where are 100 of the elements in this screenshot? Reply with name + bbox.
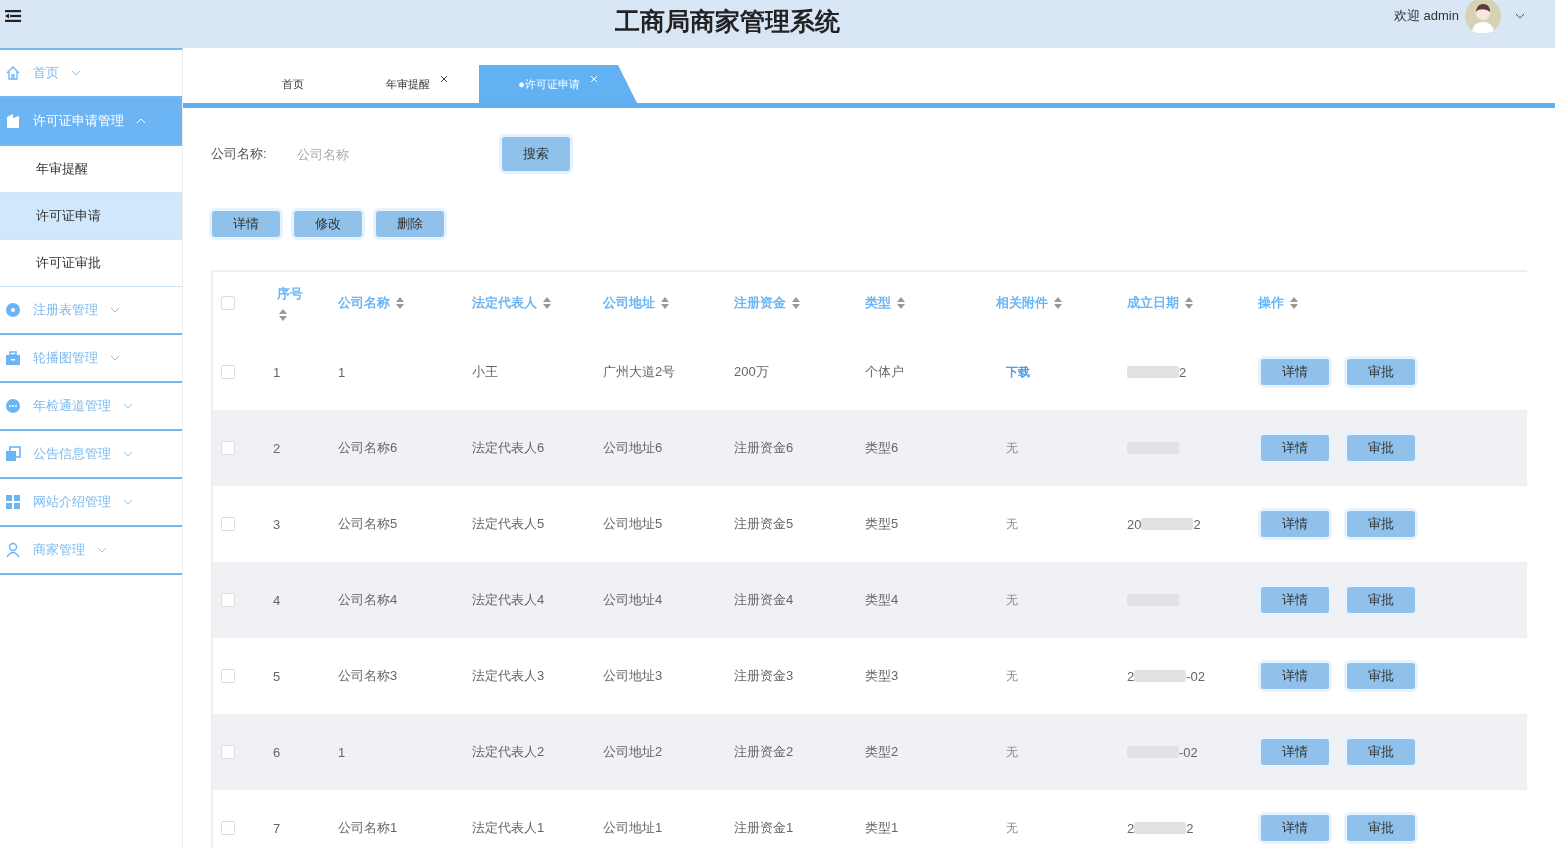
copy-icon: [5, 446, 21, 462]
table-cell: 类型6: [865, 439, 899, 457]
table-cell: 法定代表人5: [472, 515, 545, 533]
blurred-date: [1127, 366, 1179, 378]
tab[interactable]: 年审提醒: [355, 65, 479, 103]
row-action-button[interactable]: 审批: [1344, 432, 1418, 464]
row-action-button[interactable]: 审批: [1344, 584, 1418, 616]
table-cell: 公司地址5: [603, 515, 663, 533]
submenu-item[interactable]: 许可证审批: [0, 240, 182, 287]
chevron-down-icon: [97, 547, 107, 553]
table-cell: 注册资金1: [734, 819, 794, 837]
date-fragment: 2: [1127, 820, 1135, 836]
sort-icon[interactable]: [1185, 297, 1193, 309]
table-cell: 公司名称6: [338, 439, 398, 457]
sort-icon[interactable]: [897, 297, 905, 309]
person-icon: [5, 542, 21, 558]
chevron-down-icon: [123, 403, 133, 409]
table-cell: 注册资金3: [734, 667, 794, 685]
row-action-button[interactable]: 详情: [1258, 736, 1332, 768]
sort-icon[interactable]: [792, 297, 800, 309]
sort-icon[interactable]: [661, 297, 669, 309]
date-fragment: 2: [1179, 364, 1187, 380]
submenu-item[interactable]: 许可证申请: [0, 193, 182, 240]
table-cell: 类型5: [865, 515, 899, 533]
table-cell-text: 无: [1005, 591, 1018, 609]
document-icon: [5, 113, 21, 129]
table-cell: 法定代表人4: [472, 591, 545, 609]
table-cell: 广州大道2号: [603, 363, 676, 381]
checkbox[interactable]: [221, 669, 235, 683]
checkbox[interactable]: [221, 517, 235, 531]
chevron-down-icon: [110, 307, 120, 313]
briefcase-icon: [5, 350, 21, 366]
search-label: 公司名称:: [211, 145, 268, 163]
sort-icon[interactable]: [543, 297, 551, 309]
row-action-button[interactable]: 审批: [1344, 660, 1418, 692]
checkbox[interactable]: [221, 296, 235, 310]
date-fragment: 2: [1186, 820, 1194, 836]
checkbox[interactable]: [221, 745, 235, 759]
table-cell: 2: [273, 440, 281, 456]
chevron-down-icon[interactable]: [1515, 13, 1525, 19]
table-cell-text: 无: [1005, 667, 1018, 685]
checkbox[interactable]: [221, 593, 235, 607]
row-action-button[interactable]: 审批: [1344, 508, 1418, 540]
row-action-button[interactable]: 详情: [1258, 508, 1332, 540]
blurred-date: [1134, 670, 1187, 682]
table-cell: 公司名称1: [338, 819, 398, 837]
search-button[interactable]: 搜索: [499, 134, 573, 174]
sort-icon[interactable]: [1054, 297, 1062, 309]
sort-icon[interactable]: [279, 309, 287, 321]
row-action-button[interactable]: 审批: [1344, 736, 1418, 768]
table-cell: 1: [273, 364, 281, 380]
chevron-down-icon: [110, 355, 120, 361]
table-cell-text: 无: [1005, 439, 1018, 457]
table-cell: 公司地址4: [603, 591, 663, 609]
table-cell: 3: [273, 516, 281, 532]
date-fragment: 20: [1127, 516, 1142, 532]
tab[interactable]: 首页: [231, 65, 355, 103]
table-cell: 类型2: [865, 743, 899, 761]
table-cell: 公司地址2: [603, 743, 663, 761]
table-cell: 注册资金4: [734, 591, 794, 609]
table-cell: 法定代表人1: [472, 819, 545, 837]
date-fragment: -02: [1179, 744, 1198, 760]
toolbar-button[interactable]: 详情: [209, 208, 283, 240]
chevron-down-icon: [71, 70, 81, 76]
table-cell: 个体户: [865, 363, 904, 381]
checkbox[interactable]: [221, 821, 235, 835]
toolbar-button[interactable]: 删除: [373, 208, 447, 240]
table-cell: 法定代表人3: [472, 667, 545, 685]
chevron-up-icon: [136, 118, 146, 124]
row-action-button[interactable]: 详情: [1258, 660, 1332, 692]
table-cell: 6: [273, 744, 281, 760]
row-action-button[interactable]: 审批: [1344, 356, 1418, 388]
avatar-icon[interactable]: [1465, 0, 1501, 34]
table-cell: 注册资金5: [734, 515, 794, 533]
grid-icon: [5, 494, 21, 510]
chevron-down-icon: [123, 451, 133, 457]
toolbar-button[interactable]: 修改: [291, 208, 365, 240]
row-action-button[interactable]: 审批: [1344, 812, 1418, 844]
row-action-button[interactable]: 详情: [1258, 584, 1332, 616]
table-cell: 4: [273, 592, 281, 608]
table-cell: 注册资金2: [734, 743, 794, 761]
date-fragment: -02: [1186, 668, 1206, 684]
row-action-button[interactable]: 详情: [1258, 432, 1332, 464]
sort-icon[interactable]: [1290, 297, 1298, 309]
date-fragment: 2: [1193, 516, 1201, 532]
close-icon[interactable]: [440, 75, 448, 83]
home-icon: [5, 65, 21, 81]
checkbox[interactable]: [221, 365, 235, 379]
row-action-button[interactable]: 详情: [1258, 812, 1332, 844]
date-fragment: 2: [1127, 668, 1135, 684]
menu-icon[interactable]: [5, 10, 21, 22]
table-cell: 公司名称5: [338, 515, 398, 533]
sort-icon[interactable]: [396, 297, 404, 309]
table-cell: 200万: [734, 363, 769, 381]
table-cell: 类型4: [865, 591, 899, 609]
checkbox[interactable]: [221, 441, 235, 455]
app-title: 工商局商家管理系统: [614, 5, 841, 37]
blurred-date: [1134, 822, 1187, 834]
table-cell: 公司地址1: [603, 819, 663, 837]
row-action-button[interactable]: 详情: [1258, 356, 1332, 388]
